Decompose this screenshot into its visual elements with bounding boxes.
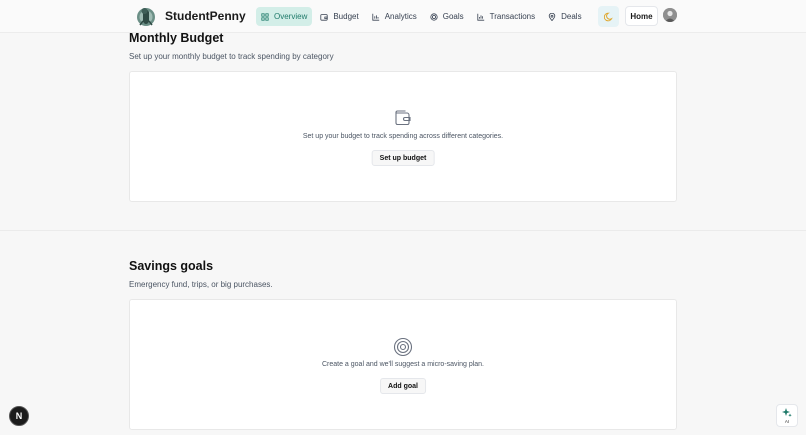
bar-chart-icon bbox=[372, 13, 379, 21]
budget-empty-text: Set up your budget to track spending acr… bbox=[302, 133, 504, 140]
goals-section-subtitle: Emergency fund, trips, or big purchases. bbox=[129, 280, 273, 289]
main-nav: Overview Budget Analytics Goals Transact… bbox=[256, 7, 590, 26]
ai-label: AI bbox=[784, 418, 790, 424]
nav-item-budget[interactable]: Budget bbox=[315, 7, 363, 26]
target-icon bbox=[430, 12, 438, 21]
setup-budget-button[interactable]: Set up budget bbox=[371, 150, 435, 166]
home-button[interactable]: Home bbox=[625, 6, 658, 26]
add-goal-button[interactable]: Add goal bbox=[380, 378, 426, 394]
target-icon bbox=[393, 337, 413, 357]
nav-label-transactions: Transactions bbox=[489, 12, 536, 21]
budget-section-subtitle: Set up your monthly budget to track spen… bbox=[129, 52, 334, 61]
nav-label-deals: Deals bbox=[561, 12, 582, 21]
goals-empty-card: Create a goal and we'll suggest a micro-… bbox=[129, 299, 677, 430]
brand[interactable]: StudentPenny bbox=[134, 3, 246, 29]
nav-item-transactions[interactable]: Transactions bbox=[472, 7, 541, 26]
avatar[interactable] bbox=[663, 8, 677, 22]
budget-empty-card: Set up your budget to track spending acr… bbox=[129, 71, 677, 202]
dev-tools-badge[interactable]: N bbox=[9, 406, 29, 426]
penny-logo-icon bbox=[137, 8, 155, 26]
goals-section-title: Savings goals bbox=[129, 259, 214, 273]
nav-label-analytics: Analytics bbox=[384, 12, 417, 21]
user-avatar-icon bbox=[663, 8, 677, 22]
moon-icon bbox=[603, 12, 613, 21]
wallet-icon bbox=[395, 110, 411, 126]
top-navigation-bar: StudentPenny Overview Budget Analytics G… bbox=[0, 0, 806, 33]
section-divider bbox=[0, 230, 806, 231]
nav-label-overview: Overview bbox=[274, 12, 308, 21]
chart-icon bbox=[477, 13, 484, 21]
goals-empty-text: Create a goal and we'll suggest a micro-… bbox=[321, 361, 485, 368]
nav-item-goals[interactable]: Goals bbox=[425, 7, 469, 26]
ai-assistant-button[interactable]: AI bbox=[776, 404, 798, 427]
grid-icon bbox=[261, 12, 269, 21]
brand-name: StudentPenny bbox=[165, 9, 246, 23]
nav-item-overview[interactable]: Overview bbox=[256, 7, 313, 26]
budget-section-title: Monthly Budget bbox=[129, 31, 224, 45]
nav-item-deals[interactable]: Deals bbox=[543, 7, 586, 26]
nav-label-budget: Budget bbox=[333, 12, 359, 21]
map-pin-icon bbox=[548, 12, 556, 21]
theme-toggle-button[interactable] bbox=[598, 6, 619, 27]
sparkle-icon bbox=[782, 407, 792, 417]
wallet-icon bbox=[320, 13, 328, 21]
nav-label-goals: Goals bbox=[442, 12, 464, 21]
nav-item-analytics[interactable]: Analytics bbox=[367, 7, 422, 26]
